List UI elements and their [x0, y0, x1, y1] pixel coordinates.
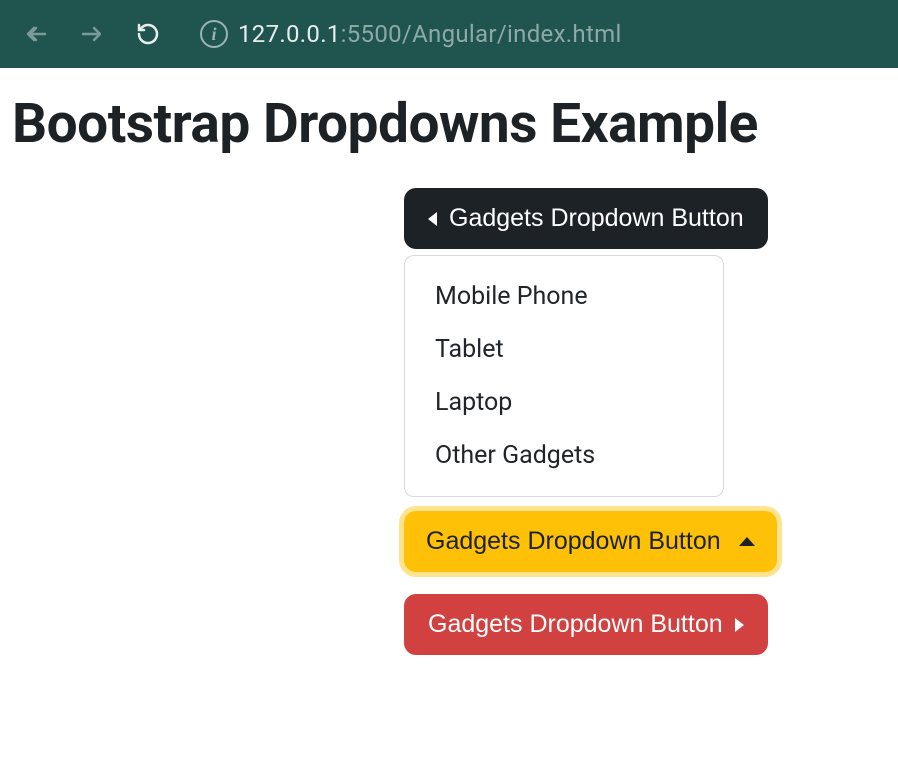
url-ip: 127.0.0.1	[238, 20, 341, 48]
gadgets-dropdown-dark-button[interactable]: Gadgets Dropdown Button	[404, 188, 768, 249]
button-label: Gadgets Dropdown Button	[426, 527, 721, 556]
forward-button[interactable]	[72, 14, 112, 54]
reload-button[interactable]	[128, 14, 168, 54]
dropdown-item-tablet[interactable]: Tablet	[405, 323, 723, 376]
button-label: Gadgets Dropdown Button	[449, 204, 744, 233]
dropdown-item-laptop[interactable]: Laptop	[405, 376, 723, 429]
dropdown-item-mobile-phone[interactable]: Mobile Phone	[405, 270, 723, 323]
arrow-right-icon	[80, 22, 104, 46]
page-content: Bootstrap Dropdowns Example Gadgets Drop…	[0, 68, 898, 679]
caret-right-icon	[735, 618, 744, 632]
arrow-left-icon	[24, 22, 48, 46]
url-bar[interactable]: i 127.0.0.1:5500/Angular/index.html	[200, 20, 622, 48]
url-port: :5500	[341, 20, 402, 48]
info-icon: i	[200, 20, 228, 48]
page-title: Bootstrap Dropdowns Example	[12, 92, 886, 156]
url-text: 127.0.0.1:5500/Angular/index.html	[238, 20, 622, 48]
caret-left-icon	[428, 212, 437, 226]
gadgets-dropdown-danger-button[interactable]: Gadgets Dropdown Button	[404, 594, 768, 655]
url-path: /Angular/index.html	[402, 20, 622, 48]
back-button[interactable]	[16, 14, 56, 54]
dropdown-item-other-gadgets[interactable]: Other Gadgets	[405, 429, 723, 482]
reload-icon	[136, 22, 160, 46]
button-label: Gadgets Dropdown Button	[428, 610, 723, 639]
caret-up-icon	[739, 537, 755, 546]
gadgets-dropdown-warning-button[interactable]: Gadgets Dropdown Button	[404, 511, 777, 572]
dropdown-area: Gadgets Dropdown Button Mobile Phone Tab…	[404, 188, 886, 655]
dropdown-menu: Mobile Phone Tablet Laptop Other Gadgets	[404, 255, 724, 497]
browser-toolbar: i 127.0.0.1:5500/Angular/index.html	[0, 0, 898, 68]
